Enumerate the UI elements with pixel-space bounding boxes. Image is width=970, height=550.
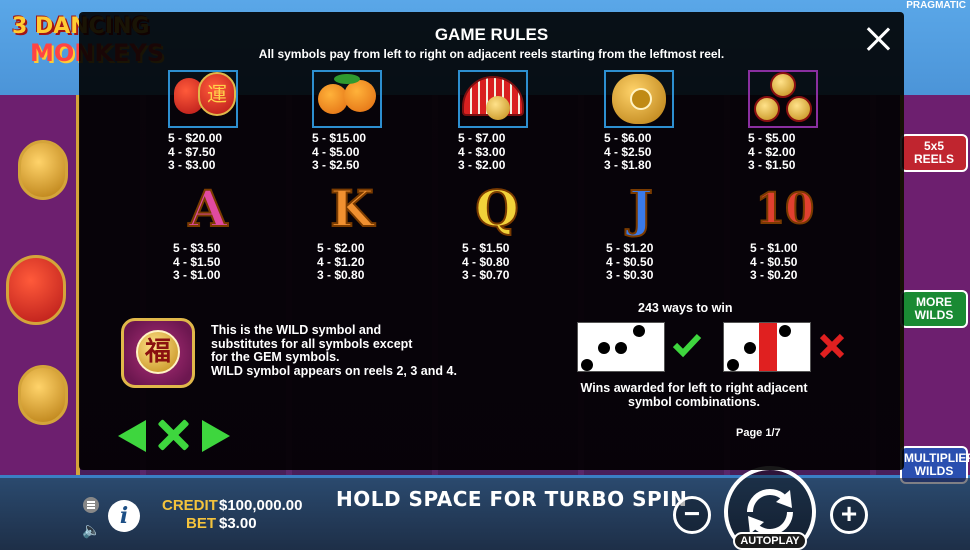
- symbol-oranges: 5 - $15.00 4 - $5.00 3 - $2.50: [302, 70, 392, 173]
- fan-icon: [458, 70, 528, 128]
- pay-5: 5 - $15.00: [312, 131, 367, 145]
- pay-4: 4 - $2.00: [748, 144, 796, 159]
- pay-4: 4 - $5.00: [312, 144, 360, 159]
- pouch-icon: [604, 70, 674, 128]
- letter-a-icon: A: [188, 179, 229, 239]
- wild-description: This is the WILD symbol and substitutes …: [211, 323, 511, 378]
- pay-5: 5 - $5.00: [748, 131, 796, 145]
- pay-4: 4 - $1.20: [317, 254, 365, 269]
- symbol-coins: 5 - $5.00 4 - $2.00 3 - $1.50: [738, 70, 828, 173]
- bet-value: $3.00: [219, 515, 257, 532]
- brand-label: PRAGMATIC: [906, 0, 966, 11]
- grid-dot: [615, 342, 627, 354]
- valid-ways-grid: [577, 322, 665, 372]
- pay-4: 4 - $0.50: [750, 254, 798, 269]
- pay-5: 5 - $20.00: [168, 131, 223, 145]
- letter-k-icon: K: [329, 179, 374, 239]
- reels-feature-badge: 5x5 REELS: [900, 134, 968, 172]
- pay-3: 3 - $2.00: [458, 158, 506, 172]
- ways-note: Wins awarded for left to right adjacent …: [560, 381, 828, 409]
- info-button[interactable]: i: [108, 500, 140, 532]
- wilds-feature-badge: MORE WILDS: [900, 290, 968, 328]
- wild-line: WILD symbol appears on reels 2, 3 and 4.: [211, 363, 457, 378]
- letter-j-icon: J: [628, 179, 654, 239]
- invalid-ways-grid: [723, 322, 811, 372]
- modal-title: GAME RULES: [434, 25, 549, 44]
- symbol-lantern: 運 5 - $20.00 4 - $7.50 3 - $3.00: [158, 70, 248, 173]
- wild-symbol-icon: 福: [121, 318, 195, 388]
- coins-icon: [748, 70, 818, 128]
- pay-3: 3 - $0.30: [606, 268, 654, 282]
- grid-dot: [598, 342, 610, 354]
- pay-4: 4 - $3.00: [458, 144, 506, 159]
- wild-coin: 福: [136, 330, 180, 374]
- ways-title: 243 ways to win: [638, 301, 733, 315]
- ways-note-line: symbol combinations.: [628, 395, 760, 409]
- page-indicator: Page 1/7: [736, 427, 781, 439]
- modal-subtitle: All symbols pay from left to right on ad…: [258, 47, 725, 61]
- pay-5: 5 - $1.50: [462, 241, 510, 255]
- oranges-icon: [312, 70, 382, 128]
- credit-value: $100,000.00: [219, 497, 303, 514]
- pay-5: 5 - $6.00: [604, 131, 652, 145]
- grid-dot: [581, 359, 593, 371]
- close-icon[interactable]: [865, 26, 891, 52]
- symbol-q: Q 5 - $1.50 4 - $0.80 3 - $0.70: [452, 179, 542, 283]
- pay-3: 3 - $1.50: [748, 158, 796, 172]
- pay-4: 4 - $2.50: [604, 144, 652, 159]
- pay-4: 4 - $7.50: [168, 144, 216, 159]
- previous-page-icon[interactable]: [118, 420, 146, 452]
- pay-3: 3 - $3.00: [168, 158, 216, 172]
- wild-line: This is the WILD symbol and: [211, 323, 382, 337]
- symbol-j: J 5 - $1.20 4 - $0.50 3 - $0.30: [596, 179, 686, 283]
- pouch-decoration: [18, 365, 68, 425]
- decrease-bet-button[interactable]: −: [673, 496, 711, 534]
- pay-3: 3 - $1.80: [604, 158, 652, 172]
- symbol-k: K 5 - $2.00 4 - $1.20 3 - $0.80: [307, 179, 397, 283]
- pay-3: 3 - $1.00: [173, 268, 221, 282]
- autoplay-button[interactable]: AUTOPLAY: [733, 532, 807, 550]
- ways-note-line: Wins awarded for left to right adjacent: [580, 381, 808, 395]
- number-10-icon: 10: [755, 183, 815, 234]
- pay-5: 5 - $3.50: [173, 241, 221, 255]
- pay-4: 4 - $0.50: [606, 254, 654, 269]
- pouch-decoration: [18, 140, 68, 200]
- pay-5: 5 - $1.00: [750, 241, 798, 255]
- grid-dot: [779, 325, 791, 337]
- wild-line: substitutes for all symbols except: [211, 336, 413, 351]
- menu-icon[interactable]: [83, 497, 99, 513]
- broken-reel: [759, 323, 777, 371]
- symbol-10: 10 5 - $1.00 4 - $0.50 3 - $0.20: [740, 180, 830, 283]
- pay-5: 5 - $1.20: [606, 241, 654, 255]
- pay-5: 5 - $2.00: [317, 241, 365, 255]
- grid-dot: [744, 342, 756, 354]
- pay-3: 3 - $2.50: [312, 158, 360, 172]
- letter-q-icon: Q: [474, 179, 520, 239]
- symbol-pouch: 5 - $6.00 4 - $2.50 3 - $1.80: [594, 70, 684, 173]
- pay-5: 5 - $7.00: [458, 131, 506, 145]
- pay-3: 3 - $0.70: [462, 268, 510, 282]
- bet-label: BET: [186, 515, 216, 532]
- pay-4: 4 - $0.80: [462, 254, 510, 269]
- pay-4: 4 - $1.50: [173, 254, 221, 269]
- next-page-icon[interactable]: [202, 420, 230, 452]
- sound-icon[interactable]: 🔈: [82, 522, 101, 540]
- symbol-a: A 5 - $3.50 4 - $1.50 3 - $1.00: [163, 179, 253, 283]
- credit-label: CREDIT: [162, 497, 218, 514]
- grid-dot: [633, 325, 645, 337]
- symbol-fan: 5 - $7.00 4 - $3.00 3 - $2.00: [448, 70, 538, 173]
- increase-bet-button[interactable]: +: [830, 496, 868, 534]
- wild-line: for the GEM symbols.: [211, 350, 340, 364]
- cross-icon: [819, 333, 845, 359]
- turbo-message: HOLD SPACE FOR TURBO SPIN: [336, 487, 688, 511]
- grid-dot: [727, 359, 739, 371]
- close-rules-icon[interactable]: [157, 419, 189, 451]
- lantern-icon: 運: [168, 70, 238, 128]
- pay-3: 3 - $0.80: [317, 268, 365, 282]
- lantern-decoration: [6, 255, 66, 325]
- pay-3: 3 - $0.20: [750, 268, 798, 282]
- checkmark-icon: [672, 333, 702, 358]
